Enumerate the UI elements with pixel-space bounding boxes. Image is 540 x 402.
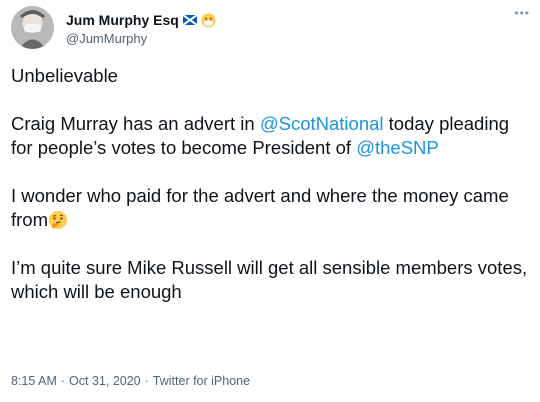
author-handle[interactable]: @JumMurphy bbox=[66, 31, 216, 46]
mention-thesnp-link[interactable]: @theSNP bbox=[356, 137, 439, 158]
author-display-name[interactable]: Jum Murphy Esq bbox=[66, 12, 179, 28]
meta-separator: · bbox=[144, 374, 149, 388]
tweet-header: Jum Murphy Esq @JumMurphy ••• bbox=[11, 6, 530, 50]
avatar-image bbox=[11, 6, 54, 49]
author-display-name-row[interactable]: Jum Murphy Esq bbox=[66, 12, 216, 28]
tweet-paragraph-2: Craig Murray has an advert in @ScotNatio… bbox=[11, 112, 531, 160]
author-names: Jum Murphy Esq @JumMurphy bbox=[66, 12, 216, 46]
tweet-metadata: 8:15 AM · Oct 31, 2020 · Twitter for iPh… bbox=[11, 374, 250, 388]
thinking-face-emoji-icon bbox=[49, 211, 67, 229]
tweet-text: Unbelievable Craig Murray has an advert … bbox=[11, 64, 531, 304]
tweet-date[interactable]: Oct 31, 2020 bbox=[69, 374, 141, 388]
more-options-icon[interactable]: ••• bbox=[514, 7, 530, 19]
tweet-source[interactable]: Twitter for iPhone bbox=[153, 374, 250, 388]
tweet-text-segment: Craig Murray has an advert in bbox=[11, 113, 260, 134]
scotland-flag-icon bbox=[182, 15, 197, 25]
tweet-text-segment: I wonder who paid for the advert and whe… bbox=[11, 185, 509, 230]
tweet-paragraph-1: Unbelievable bbox=[11, 65, 118, 86]
tweet-time[interactable]: 8:15 AM bbox=[11, 374, 57, 388]
meta-separator: · bbox=[60, 374, 66, 388]
face-mask-emoji-icon bbox=[201, 12, 216, 28]
mention-scotnational-link[interactable]: @ScotNational bbox=[260, 113, 384, 134]
avatar[interactable] bbox=[11, 6, 54, 49]
tweet-paragraph-4: I’m quite sure Mike Russell will get all… bbox=[11, 257, 528, 302]
tweet-paragraph-3: I wonder who paid for the advert and whe… bbox=[11, 184, 531, 232]
